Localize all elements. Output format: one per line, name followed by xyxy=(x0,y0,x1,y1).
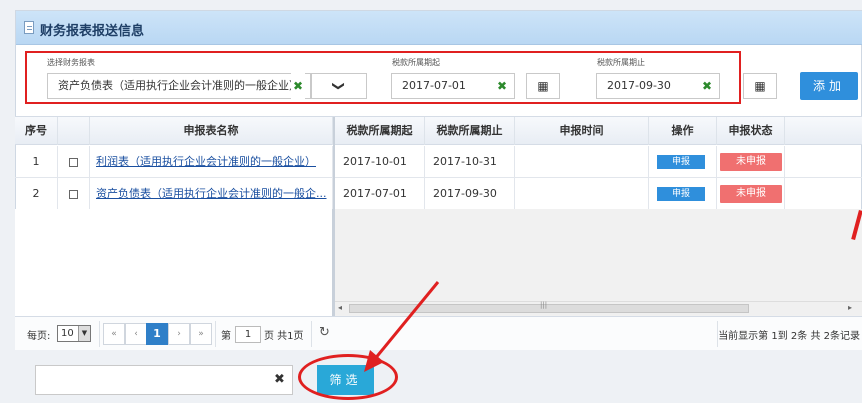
arrow-shaft xyxy=(372,281,440,361)
annotation-arrow xyxy=(364,281,440,372)
page: 财务报表报送信息 选择财务报表 税款所属期起 税款所属期止 资产负债表（适用执行… xyxy=(0,0,862,403)
